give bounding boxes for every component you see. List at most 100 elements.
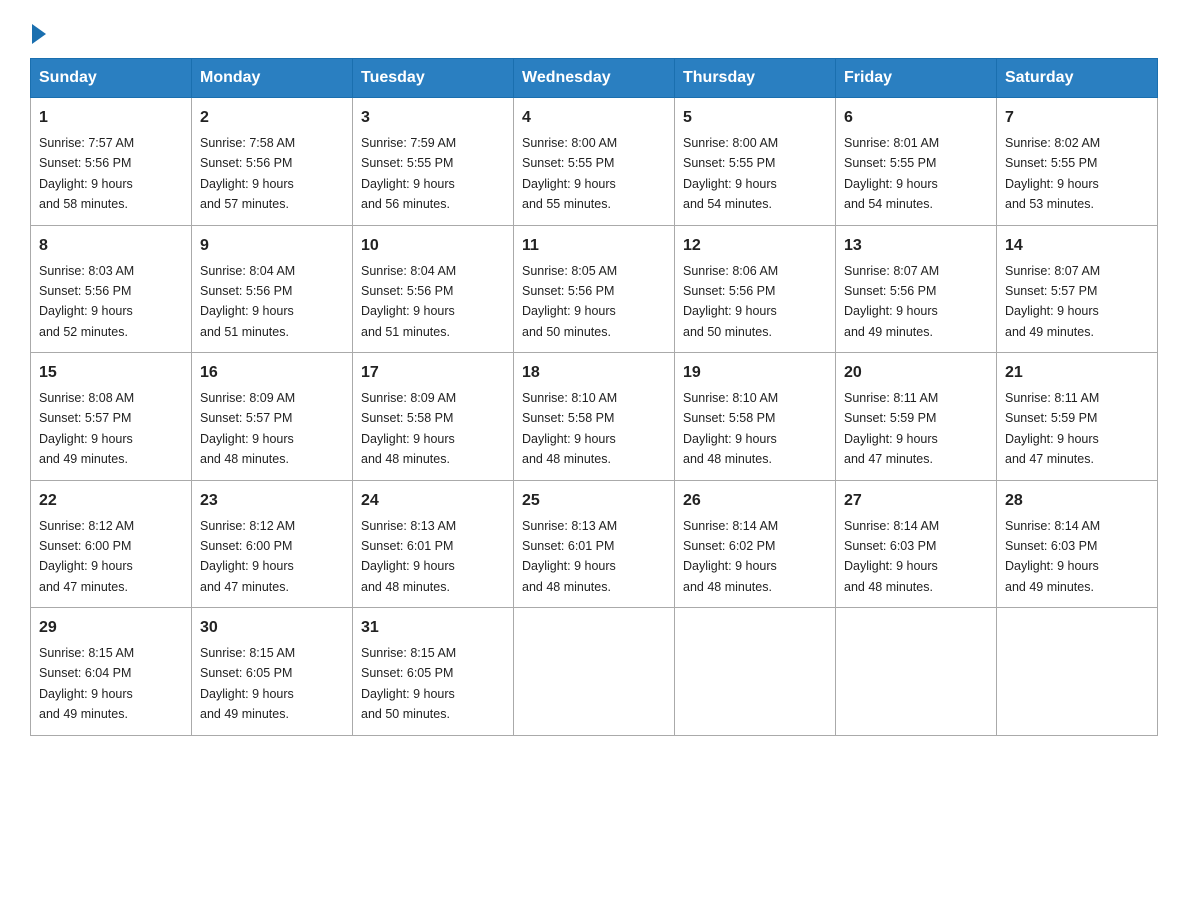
day-number: 23 <box>200 489 344 513</box>
calendar-day-cell: 25 Sunrise: 8:13 AMSunset: 6:01 PMDayligh… <box>514 480 675 608</box>
day-info: Sunrise: 8:04 AMSunset: 5:56 PMDaylight:… <box>200 264 295 339</box>
day-number: 14 <box>1005 234 1149 258</box>
day-info: Sunrise: 8:11 AMSunset: 5:59 PMDaylight:… <box>1005 391 1099 466</box>
calendar-day-cell: 15 Sunrise: 8:08 AMSunset: 5:57 PMDayligh… <box>31 353 192 481</box>
day-number: 4 <box>522 106 666 130</box>
day-info: Sunrise: 8:09 AMSunset: 5:57 PMDaylight:… <box>200 391 295 466</box>
day-info: Sunrise: 8:14 AMSunset: 6:03 PMDaylight:… <box>844 519 939 594</box>
calendar-day-cell: 28 Sunrise: 8:14 AMSunset: 6:03 PMDayligh… <box>997 480 1158 608</box>
calendar-day-cell: 3 Sunrise: 7:59 AMSunset: 5:55 PMDaylight… <box>353 98 514 226</box>
calendar-day-cell: 1Sunrise: 7:57 AMSunset: 5:56 PMDaylight… <box>31 98 192 226</box>
calendar-day-cell: 26 Sunrise: 8:14 AMSunset: 6:02 PMDayligh… <box>675 480 836 608</box>
calendar-day-cell: 21 Sunrise: 8:11 AMSunset: 5:59 PMDayligh… <box>997 353 1158 481</box>
calendar-day-cell: 19Sunrise: 8:10 AMSunset: 5:58 PMDayligh… <box>675 353 836 481</box>
day-info: Sunrise: 8:12 AMSunset: 6:00 PMDaylight:… <box>200 519 295 594</box>
day-info: Sunrise: 8:08 AMSunset: 5:57 PMDaylight:… <box>39 391 134 466</box>
day-info: Sunrise: 8:02 AMSunset: 5:55 PMDaylight:… <box>1005 136 1100 211</box>
day-info: Sunrise: 8:14 AMSunset: 6:02 PMDaylight:… <box>683 519 778 594</box>
day-info: Sunrise: 8:04 AMSunset: 5:56 PMDaylight:… <box>361 264 456 339</box>
calendar-day-cell: 20 Sunrise: 8:11 AMSunset: 5:59 PMDayligh… <box>836 353 997 481</box>
calendar-day-cell: 31Sunrise: 8:15 AMSunset: 6:05 PMDayligh… <box>353 608 514 736</box>
day-number: 3 <box>361 106 505 130</box>
day-number: 21 <box>1005 361 1149 385</box>
calendar-header-sunday: Sunday <box>31 59 192 98</box>
day-number: 25 <box>522 489 666 513</box>
calendar-day-cell: 5 Sunrise: 8:00 AMSunset: 5:55 PMDaylight… <box>675 98 836 226</box>
day-info: Sunrise: 8:15 AMSunset: 6:04 PMDaylight:… <box>39 646 134 721</box>
day-number: 20 <box>844 361 988 385</box>
day-number: 9 <box>200 234 344 258</box>
day-info: Sunrise: 8:10 AMSunset: 5:58 PMDaylight:… <box>683 391 778 466</box>
day-info: Sunrise: 8:14 AMSunset: 6:03 PMDaylight:… <box>1005 519 1100 594</box>
calendar-header-wednesday: Wednesday <box>514 59 675 98</box>
calendar-day-cell: 7Sunrise: 8:02 AMSunset: 5:55 PMDaylight… <box>997 98 1158 226</box>
calendar-day-cell: 2 Sunrise: 7:58 AMSunset: 5:56 PMDaylight… <box>192 98 353 226</box>
day-info: Sunrise: 8:10 AMSunset: 5:58 PMDaylight:… <box>522 391 617 466</box>
day-number: 26 <box>683 489 827 513</box>
day-number: 29 <box>39 616 183 640</box>
day-number: 22 <box>39 489 183 513</box>
day-info: Sunrise: 8:06 AMSunset: 5:56 PMDaylight:… <box>683 264 778 339</box>
day-number: 10 <box>361 234 505 258</box>
day-number: 16 <box>200 361 344 385</box>
calendar-day-cell: 10 Sunrise: 8:04 AMSunset: 5:56 PMDayligh… <box>353 225 514 353</box>
calendar-day-cell: 29 Sunrise: 8:15 AMSunset: 6:04 PMDayligh… <box>31 608 192 736</box>
calendar-header-row: SundayMondayTuesdayWednesdayThursdayFrid… <box>31 59 1158 98</box>
calendar-header-friday: Friday <box>836 59 997 98</box>
day-info: Sunrise: 8:01 AMSunset: 5:55 PMDaylight:… <box>844 136 939 211</box>
day-number: 30 <box>200 616 344 640</box>
day-number: 2 <box>200 106 344 130</box>
calendar-day-cell: 13 Sunrise: 8:07 AMSunset: 5:56 PMDayligh… <box>836 225 997 353</box>
calendar-day-cell: 8 Sunrise: 8:03 AMSunset: 5:56 PMDaylight… <box>31 225 192 353</box>
calendar-day-cell: 18 Sunrise: 8:10 AMSunset: 5:58 PMDayligh… <box>514 353 675 481</box>
calendar-day-cell: 23 Sunrise: 8:12 AMSunset: 6:00 PMDayligh… <box>192 480 353 608</box>
calendar-day-cell: 22 Sunrise: 8:12 AMSunset: 6:00 PMDayligh… <box>31 480 192 608</box>
day-info: Sunrise: 8:15 AMSunset: 6:05 PMDaylight:… <box>200 646 295 721</box>
calendar-week-row: 22 Sunrise: 8:12 AMSunset: 6:00 PMDayligh… <box>31 480 1158 608</box>
day-info: Sunrise: 8:11 AMSunset: 5:59 PMDaylight:… <box>844 391 938 466</box>
day-number: 18 <box>522 361 666 385</box>
calendar-day-cell: 11 Sunrise: 8:05 AMSunset: 5:56 PMDayligh… <box>514 225 675 353</box>
calendar-week-row: 1Sunrise: 7:57 AMSunset: 5:56 PMDaylight… <box>31 98 1158 226</box>
day-info: Sunrise: 8:12 AMSunset: 6:00 PMDaylight:… <box>39 519 134 594</box>
day-number: 15 <box>39 361 183 385</box>
day-info: Sunrise: 7:58 AMSunset: 5:56 PMDaylight:… <box>200 136 295 211</box>
calendar-empty-cell <box>514 608 675 736</box>
calendar-empty-cell <box>836 608 997 736</box>
logo-arrow-icon <box>32 24 46 44</box>
day-number: 27 <box>844 489 988 513</box>
day-info: Sunrise: 7:59 AMSunset: 5:55 PMDaylight:… <box>361 136 456 211</box>
day-number: 5 <box>683 106 827 130</box>
calendar-day-cell: 6 Sunrise: 8:01 AMSunset: 5:55 PMDaylight… <box>836 98 997 226</box>
day-info: Sunrise: 8:13 AMSunset: 6:01 PMDaylight:… <box>522 519 617 594</box>
day-number: 17 <box>361 361 505 385</box>
day-info: Sunrise: 8:07 AMSunset: 5:57 PMDaylight:… <box>1005 264 1100 339</box>
day-info: Sunrise: 8:07 AMSunset: 5:56 PMDaylight:… <box>844 264 939 339</box>
calendar-header-tuesday: Tuesday <box>353 59 514 98</box>
day-info: Sunrise: 8:00 AMSunset: 5:55 PMDaylight:… <box>522 136 617 211</box>
calendar-week-row: 8 Sunrise: 8:03 AMSunset: 5:56 PMDaylight… <box>31 225 1158 353</box>
day-info: Sunrise: 8:00 AMSunset: 5:55 PMDaylight:… <box>683 136 778 211</box>
day-info: Sunrise: 8:03 AMSunset: 5:56 PMDaylight:… <box>39 264 134 339</box>
day-number: 6 <box>844 106 988 130</box>
day-number: 24 <box>361 489 505 513</box>
calendar-week-row: 15 Sunrise: 8:08 AMSunset: 5:57 PMDayligh… <box>31 353 1158 481</box>
day-info: Sunrise: 8:05 AMSunset: 5:56 PMDaylight:… <box>522 264 617 339</box>
page-header <box>30 20 1158 40</box>
calendar-empty-cell <box>675 608 836 736</box>
calendar-header-saturday: Saturday <box>997 59 1158 98</box>
calendar-day-cell: 4 Sunrise: 8:00 AMSunset: 5:55 PMDaylight… <box>514 98 675 226</box>
day-number: 28 <box>1005 489 1149 513</box>
calendar-day-cell: 17Sunrise: 8:09 AMSunset: 5:58 PMDayligh… <box>353 353 514 481</box>
day-info: Sunrise: 8:13 AMSunset: 6:01 PMDaylight:… <box>361 519 456 594</box>
calendar-day-cell: 12Sunrise: 8:06 AMSunset: 5:56 PMDayligh… <box>675 225 836 353</box>
day-info: Sunrise: 8:15 AMSunset: 6:05 PMDaylight:… <box>361 646 456 721</box>
calendar-week-row: 29 Sunrise: 8:15 AMSunset: 6:04 PMDayligh… <box>31 608 1158 736</box>
calendar-day-cell: 30 Sunrise: 8:15 AMSunset: 6:05 PMDayligh… <box>192 608 353 736</box>
calendar-day-cell: 27 Sunrise: 8:14 AMSunset: 6:03 PMDayligh… <box>836 480 997 608</box>
day-number: 13 <box>844 234 988 258</box>
day-number: 8 <box>39 234 183 258</box>
calendar-header-thursday: Thursday <box>675 59 836 98</box>
day-number: 11 <box>522 234 666 258</box>
day-number: 1 <box>39 106 183 130</box>
